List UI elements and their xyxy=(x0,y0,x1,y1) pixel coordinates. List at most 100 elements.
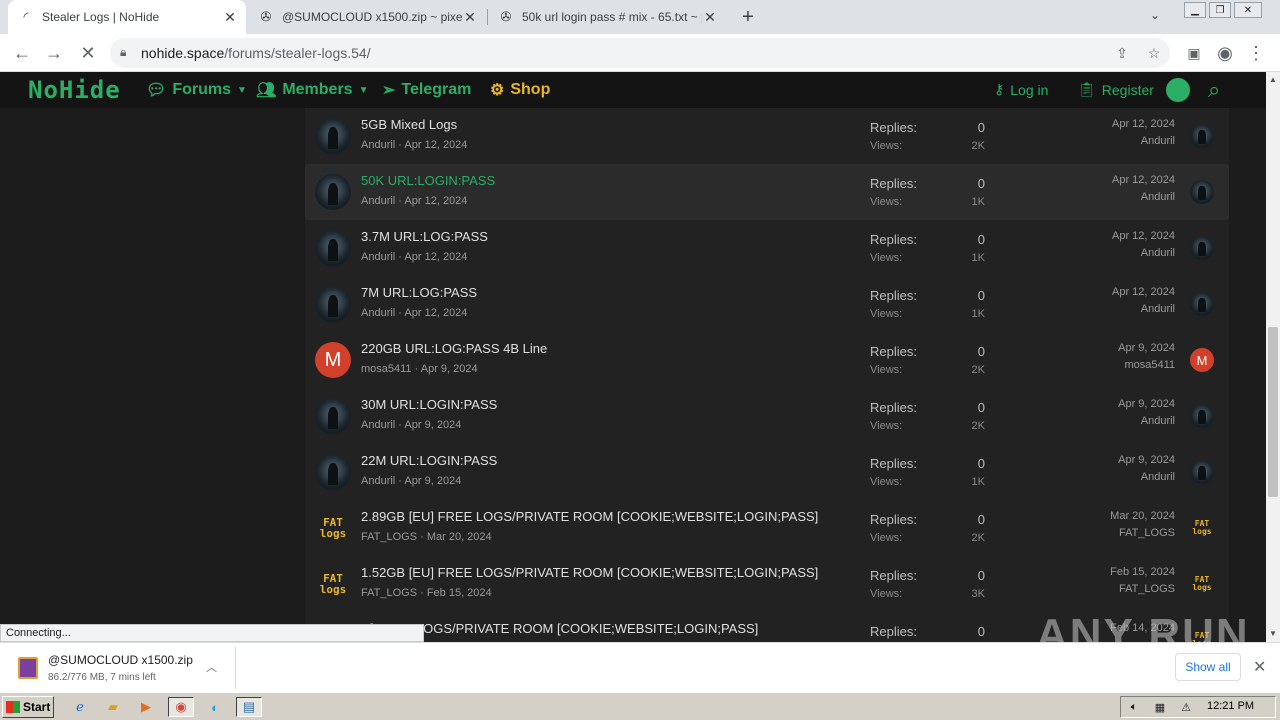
back-button[interactable]: ← xyxy=(10,41,34,65)
stop-loading-button[interactable]: ✕ xyxy=(76,41,100,65)
thread-title[interactable]: 220GB URL:LOG:PASS 4B Line xyxy=(361,341,547,356)
last-post-date[interactable]: Apr 9, 2024 xyxy=(1118,454,1175,466)
last-post-user[interactable]: Anduril xyxy=(1141,191,1175,203)
last-post-date[interactable]: Apr 12, 2024 xyxy=(1112,286,1175,298)
caret-down-icon[interactable]: ▼ xyxy=(359,85,369,96)
login-link[interactable]: ⚷ Log in xyxy=(994,81,1048,98)
close-icon[interactable]: ✕ xyxy=(1253,657,1266,677)
last-post-user[interactable]: Anduril xyxy=(1141,247,1175,259)
chevron-down-icon[interactable]: ⌄ xyxy=(1150,8,1160,22)
author-avatar[interactable] xyxy=(315,118,351,154)
thread-row[interactable]: 30M URL:LOGIN:PASS Anduril · Apr 9, 2024 R… xyxy=(305,388,1229,444)
thread-title[interactable]: 3.7M URL:LOG:PASS xyxy=(361,229,488,244)
thread-title[interactable]: 5GB Mixed Logs xyxy=(361,117,457,132)
thread-author[interactable]: Anduril xyxy=(361,251,395,263)
last-post-user[interactable]: Anduril xyxy=(1141,471,1175,483)
thread-row[interactable]: FAT logs 2.89GB [EU] FREE LOGS/PRIVATE RO… xyxy=(305,500,1229,556)
last-poster-avatar[interactable] xyxy=(1190,292,1214,316)
last-post-user[interactable]: Anduril xyxy=(1141,303,1175,315)
author-avatar[interactable] xyxy=(315,230,351,266)
window-close-button[interactable]: ✕ xyxy=(1234,2,1262,18)
last-post-date[interactable]: Feb 15, 2024 xyxy=(1110,566,1175,578)
chrome-icon[interactable]: ◉ xyxy=(168,697,194,717)
close-icon[interactable]: ✕ xyxy=(702,9,718,25)
scroll-up-arrow-icon[interactable]: ▲ xyxy=(1266,72,1280,86)
thread-title[interactable]: 1.52GB [EU] FREE LOGS/PRIVATE ROOM [COOK… xyxy=(361,565,818,580)
ie-icon[interactable]: ℯ xyxy=(70,697,90,717)
author-avatar[interactable] xyxy=(315,286,351,322)
thread-title[interactable]: 50K URL:LOGIN:PASS xyxy=(361,173,495,188)
nav-forums[interactable]: 💬︎ Forums ▼ xyxy=(146,80,247,100)
thread-author[interactable]: FAT_LOGS xyxy=(361,531,417,543)
thread-author[interactable]: FAT_LOGS xyxy=(361,587,417,599)
author-avatar[interactable]: M xyxy=(315,342,351,378)
last-poster-avatar[interactable]: FAT logs xyxy=(1190,516,1214,540)
start-button[interactable]: Start xyxy=(2,696,54,718)
minimize-button[interactable]: ▁ xyxy=(1184,2,1206,18)
show-all-button[interactable]: Show all xyxy=(1175,653,1241,681)
tab-stealer-logs[interactable]: ◜ Stealer Logs | NoHide ✕ xyxy=(8,0,246,34)
notepad-icon[interactable]: ▤ xyxy=(236,697,262,717)
thread-row[interactable]: FAT logs 1.52GB [EU] FREE LOGS/PRIVATE RO… xyxy=(305,556,1229,612)
thread-row[interactable]: 50K URL:LOGIN:PASS Anduril · Apr 12, 2024… xyxy=(305,164,1229,220)
thread-author[interactable]: mosa5411 xyxy=(361,363,412,375)
thread-date[interactable]: Mar 20, 2024 xyxy=(427,531,492,543)
page-scrollbar[interactable]: ▲ ▼ xyxy=(1266,72,1280,642)
thread-date[interactable]: Feb 15, 2024 xyxy=(427,587,492,599)
thread-author[interactable]: Anduril xyxy=(361,475,395,487)
thread-date[interactable]: Apr 12, 2024 xyxy=(404,307,467,319)
download-item[interactable]: @SUMOCLOUD x1500.zip 86.2/776 MB, 7 mins… xyxy=(10,647,236,689)
thread-date[interactable]: Apr 9, 2024 xyxy=(421,363,478,375)
author-avatar[interactable] xyxy=(315,174,351,210)
thread-date[interactable]: Apr 12, 2024 xyxy=(404,195,467,207)
thread-date[interactable]: Apr 9, 2024 xyxy=(404,419,461,431)
edge-icon[interactable]: ◐ xyxy=(205,697,225,717)
thread-date[interactable]: Apr 12, 2024 xyxy=(404,139,467,151)
chevron-up-icon[interactable]: ︿ xyxy=(206,659,217,675)
last-poster-avatar[interactable] xyxy=(1190,124,1214,148)
last-post-user[interactable]: FAT_LOGS xyxy=(1119,527,1175,539)
globe-icon[interactable] xyxy=(1166,78,1190,102)
address-bar[interactable]: 🔒︎ nohide.space/forums/stealer-logs.54/ … xyxy=(110,38,1170,68)
thread-date[interactable]: Apr 9, 2024 xyxy=(404,475,461,487)
thread-title[interactable]: 30M URL:LOGIN:PASS xyxy=(361,397,497,412)
last-post-user[interactable]: mosa5411 xyxy=(1124,359,1175,371)
thread-row[interactable]: M 220GB URL:LOG:PASS 4B Line mosa5411 · Ap… xyxy=(305,332,1229,388)
last-poster-avatar[interactable] xyxy=(1190,460,1214,484)
forward-button[interactable]: → xyxy=(42,41,66,65)
thread-row[interactable]: 7M URL:LOG:PASS Anduril · Apr 12, 2024 Rep… xyxy=(305,276,1229,332)
thread-author[interactable]: Anduril xyxy=(361,307,395,319)
scroll-down-arrow-icon[interactable]: ▼ xyxy=(1266,626,1280,640)
last-post-date[interactable]: Apr 12, 2024 xyxy=(1112,174,1175,186)
thread-date[interactable]: Apr 12, 2024 xyxy=(404,251,467,263)
url-text[interactable]: nohide.space/forums/stealer-logs.54/ xyxy=(141,45,371,61)
last-post-date[interactable]: Apr 9, 2024 xyxy=(1118,342,1175,354)
last-post-user[interactable]: Anduril xyxy=(1141,135,1175,147)
thread-author[interactable]: Anduril xyxy=(361,419,395,431)
bookmark-star-icon[interactable]: ☆ xyxy=(1144,43,1164,63)
lock-icon[interactable]: 🔒︎ xyxy=(120,45,126,60)
last-post-date[interactable]: Apr 9, 2024 xyxy=(1118,398,1175,410)
site-logo[interactable]: NoHide xyxy=(28,76,121,104)
last-poster-avatar[interactable]: M xyxy=(1190,348,1214,372)
last-poster-avatar[interactable] xyxy=(1190,180,1214,204)
author-avatar[interactable] xyxy=(315,398,351,434)
new-tab-button[interactable]: + xyxy=(736,5,760,29)
search-icon[interactable]: ⌕ xyxy=(1208,77,1234,103)
thread-row[interactable]: 3.7M URL:LOG:PASS Anduril · Apr 12, 2024 R… xyxy=(305,220,1229,276)
scroll-thumb[interactable] xyxy=(1268,327,1278,497)
author-avatar[interactable] xyxy=(315,454,351,490)
last-post-date[interactable]: Mar 20, 2024 xyxy=(1110,510,1175,522)
thread-row[interactable]: 5GB Mixed Logs Anduril · Apr 12, 2024 Repl… xyxy=(305,108,1229,164)
close-icon[interactable]: ✕ xyxy=(222,9,238,25)
last-post-date[interactable]: Apr 12, 2024 xyxy=(1112,230,1175,242)
nav-shop[interactable]: ⚙ Shop xyxy=(490,80,550,100)
restore-button[interactable]: ❐ xyxy=(1209,2,1231,18)
last-post-user[interactable]: FAT_LOGS xyxy=(1119,583,1175,595)
network-icon[interactable]: ▦ xyxy=(1153,700,1167,714)
thread-title[interactable]: 2.89GB [EU] FREE LOGS/PRIVATE ROOM [COOK… xyxy=(361,509,818,524)
volume-icon[interactable]: 🔈︎ xyxy=(1127,700,1141,714)
warning-icon[interactable]: ⚠ xyxy=(1179,700,1193,714)
nav-telegram[interactable]: ➢ Telegram xyxy=(382,80,471,100)
side-panel-icon[interactable]: ▣ xyxy=(1182,41,1206,65)
